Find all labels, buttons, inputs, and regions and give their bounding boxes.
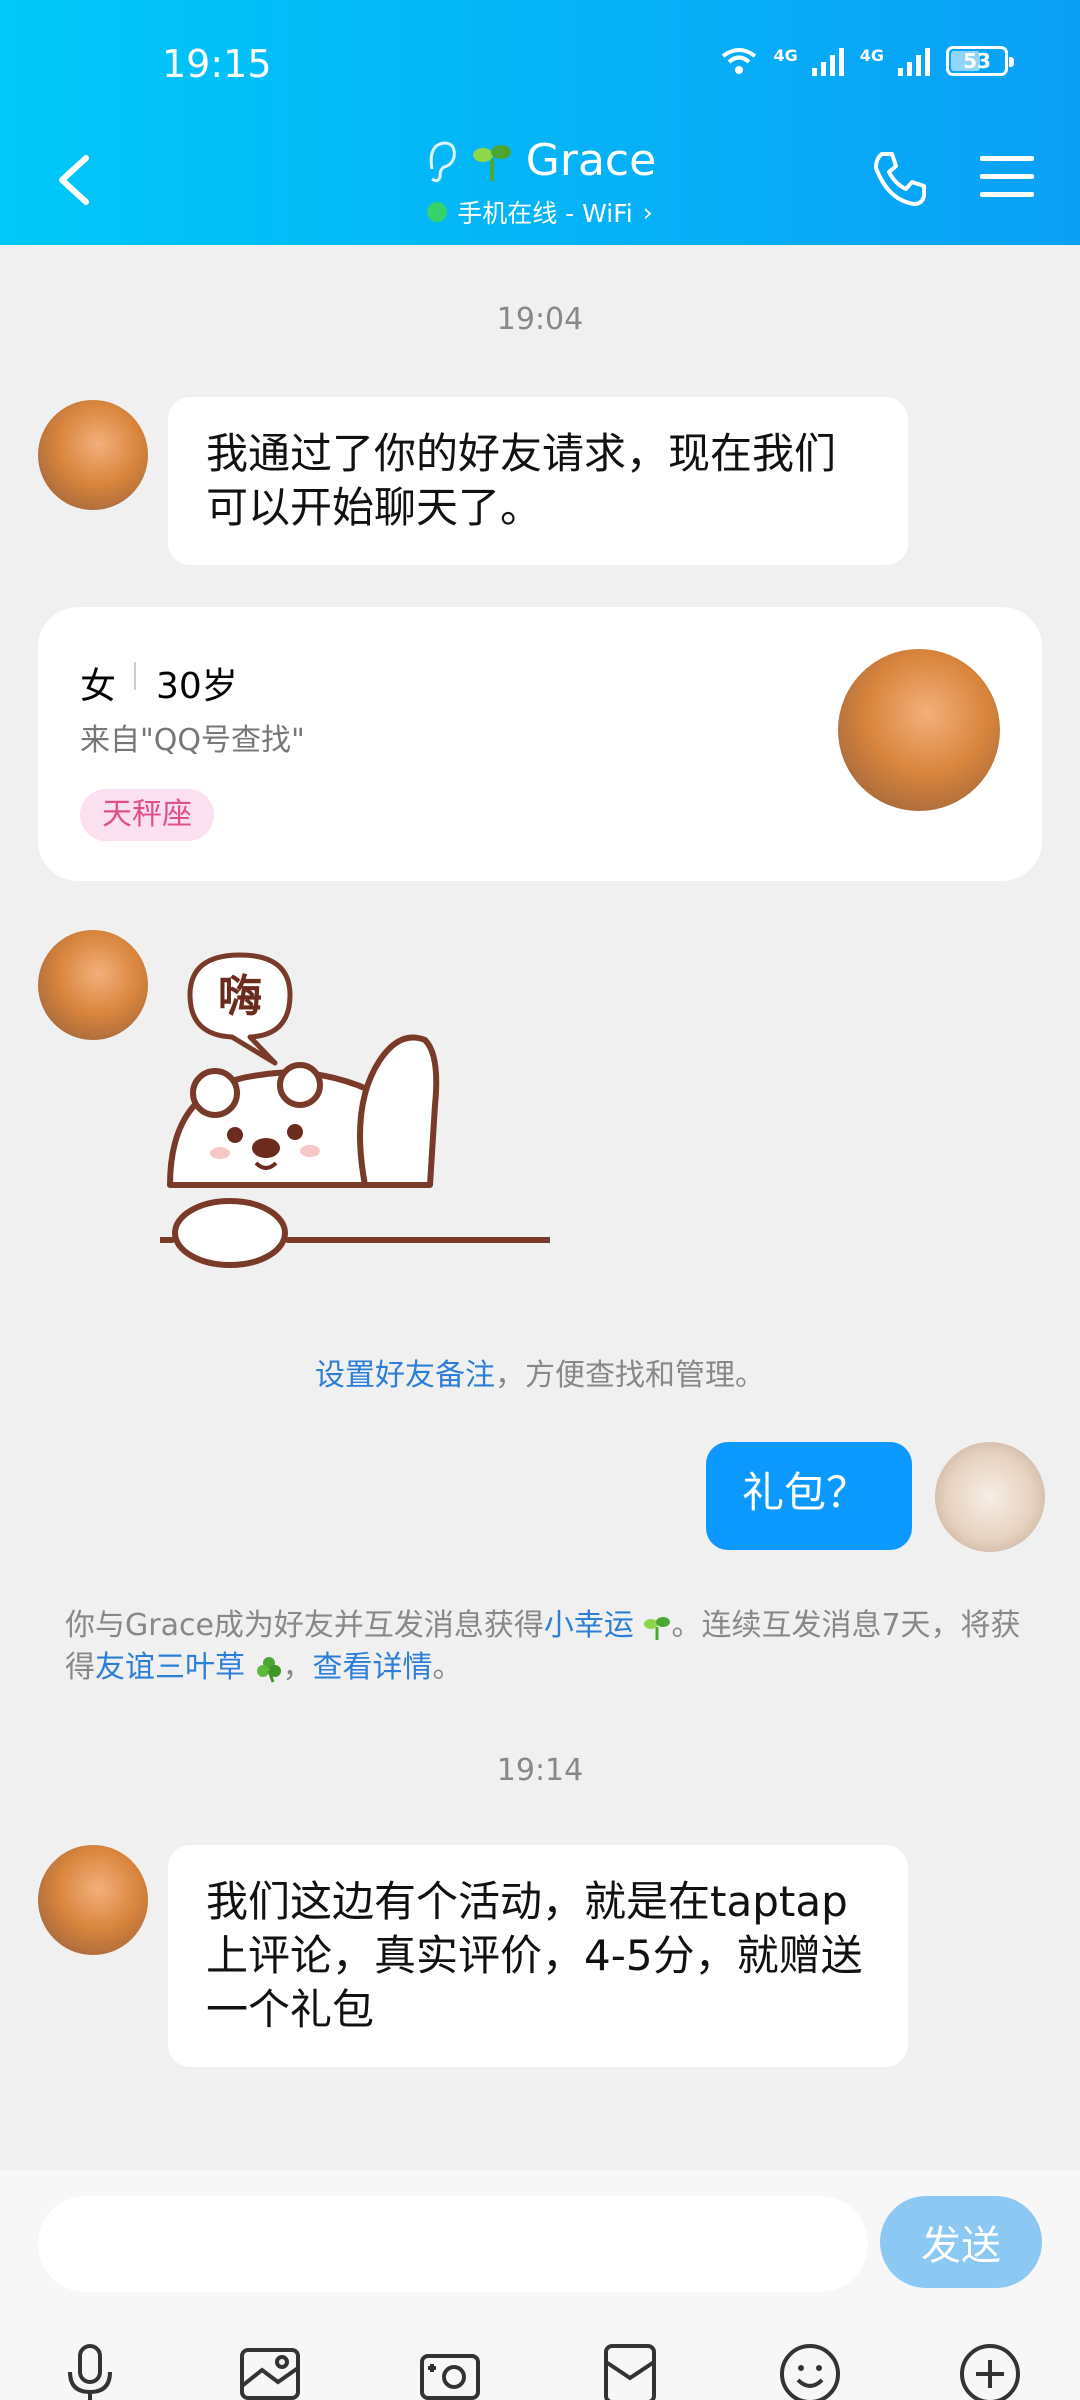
input-bar: 发送 [0,2170,1080,2400]
friendship-text-3: ， [282,1650,313,1685]
ear-icon [429,140,456,182]
status-icons: 4G 4G 53 [719,45,1014,76]
sprout-icon [472,144,511,181]
my-avatar[interactable] [935,1442,1045,1552]
system-tip-text: ，方便查找和管理。 [495,1358,765,1393]
clover-link[interactable]: 友谊三叶草 [95,1650,245,1685]
divider [134,662,136,690]
online-status-text: 手机在线 - WiFi [457,199,633,228]
timestamp: 19:04 [496,302,584,337]
message-input[interactable] [38,2196,868,2292]
plus-icon[interactable] [958,2342,1022,2400]
network-b-label: 4G [859,45,884,65]
profile-age: 30岁 [156,666,238,707]
contact-avatar[interactable] [38,930,148,1040]
lucky-link[interactable]: 小幸运 [544,1608,634,1643]
profile-gender: 女 [80,666,117,707]
my-message-bubble[interactable]: 礼包？ [706,1442,912,1550]
network-a-label: 4G [773,45,798,65]
clover-icon [256,1656,281,1683]
battery-icon: 53 [946,46,1014,76]
message-bubble[interactable]: 我通过了你的好友请求，现在我们可以开始聊天了。 [168,397,908,565]
sticker-text: 嗨 [218,971,262,1022]
friendship-text-1: 你与Grace成为好友并互发消息获得 [65,1608,544,1643]
friendship-info: 你与Grace成为好友并互发消息获得小幸运 。连续互发消息7天，将获得友谊三叶草… [65,1605,1025,1689]
set-remark-link[interactable]: 设置好友备注 [315,1358,495,1393]
chevron-right-icon: › [642,197,653,227]
send-button[interactable]: 发送 [880,2196,1042,2288]
status-time: 19:15 [162,42,272,86]
profile-card[interactable]: 女 30岁 来自"QQ号查找" 天秤座 [38,607,1042,881]
contact-avatar[interactable] [38,400,148,510]
profile-source: 来自"QQ号查找" [80,723,305,758]
wifi-icon [722,48,757,74]
bear-sticker[interactable]: 嗨 [160,945,550,1275]
chat-title: Grace [525,135,657,186]
image-icon[interactable] [238,2342,302,2400]
sprout-icon [644,1616,671,1640]
emoji-icon[interactable] [778,2342,842,2400]
red-packet-icon[interactable] [598,2342,662,2400]
camera-icon[interactable] [418,2342,482,2400]
friendship-text-4: 。 [432,1650,463,1685]
online-status-dot [427,202,448,222]
zodiac-tag: 天秤座 [80,789,214,841]
header-bar: 19:15 4G 4G 53 Grace 手机在线 - WiFi › [0,0,1080,245]
contact-avatar[interactable] [38,1845,148,1955]
profile-avatar[interactable] [838,649,1000,811]
signal-icon-2 [898,48,930,76]
timestamp: 19:14 [496,1753,584,1788]
system-tip: 设置好友备注，方便查找和管理。 [0,1350,1080,1394]
battery-level: 53 [963,49,991,73]
phone-call-icon[interactable] [868,148,930,210]
menu-icon[interactable] [980,152,1034,200]
signal-icon [811,48,844,76]
view-details-link[interactable]: 查看详情 [313,1650,433,1685]
message-bubble[interactable]: 我们这边有个活动，就是在taptap上评论，真实评价，4-5分，就赠送一个礼包 [168,1845,908,2067]
microphone-icon[interactable] [58,2342,122,2400]
